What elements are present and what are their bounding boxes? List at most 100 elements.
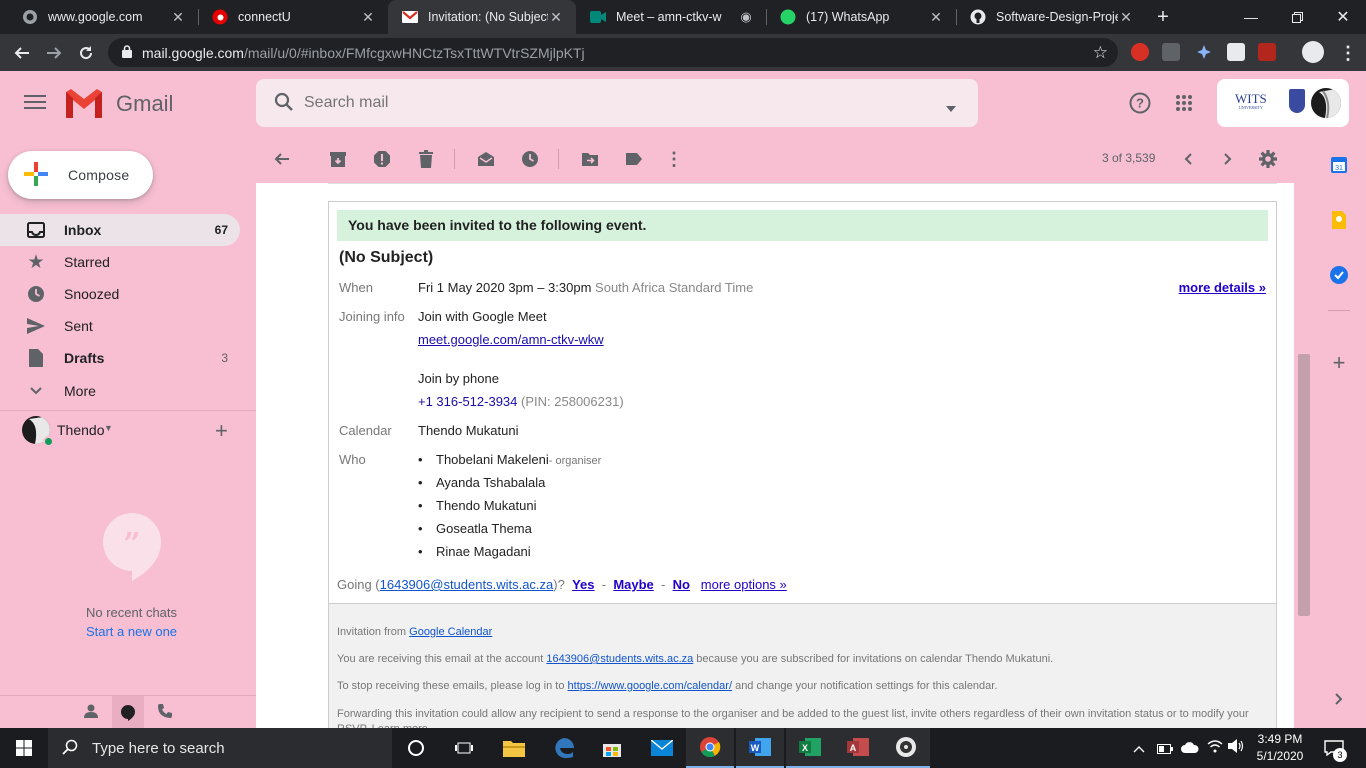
access-icon[interactable]: A [834,728,882,768]
battery-icon[interactable] [1157,741,1173,757]
chrome-taskbar-icon[interactable] [686,728,734,768]
browser-tab[interactable]: Software-Design-Projec ✕ [956,0,1146,34]
close-icon[interactable]: ✕ [1118,9,1134,26]
search-options-icon[interactable] [946,99,956,115]
gmail-logo-icon[interactable] [64,88,104,121]
word-icon[interactable]: W [736,728,784,768]
wifi-icon[interactable] [1207,739,1223,756]
mark-unread-icon[interactable] [474,147,498,171]
close-icon[interactable]: ✕ [360,9,376,26]
new-chat-plus-icon[interactable]: + [215,418,228,444]
close-icon[interactable]: ✕ [170,9,186,26]
reload-icon[interactable] [72,39,100,67]
get-addons-plus-icon[interactable]: + [1329,350,1349,375]
media-player-icon[interactable] [882,728,930,768]
back-to-inbox-icon[interactable] [270,147,294,171]
main-menu-icon[interactable] [22,91,48,117]
rsvp-no-link[interactable]: No [673,577,690,592]
restore-icon[interactable] [1274,0,1320,34]
meet-link[interactable]: meet.google.com/amn-ctkv-wkw [418,332,604,347]
search-bar[interactable] [256,79,978,127]
extension-icon[interactable] [1195,43,1213,61]
excel-icon[interactable]: X [786,728,834,768]
google-calendar-link[interactable]: Google Calendar [409,626,492,638]
edge-icon[interactable] [540,728,588,768]
nav-sent[interactable]: Sent [0,310,240,342]
settings-gear-icon[interactable] [1256,147,1280,171]
pdf-extension-icon[interactable] [1258,43,1276,61]
more-details-link[interactable]: more details » [1179,280,1266,295]
more-options-link[interactable]: more options » [701,577,787,592]
hangouts-tab-icon[interactable] [112,696,144,729]
close-icon[interactable]: ✕ [548,9,564,26]
older-chevron-right-icon[interactable] [1216,147,1240,171]
label-icon[interactable] [622,147,646,171]
browser-tab-active[interactable]: Invitation: (No Subject) ✕ [388,0,576,34]
account-email-link[interactable]: 1643906@students.wits.ac.za [546,653,693,665]
volume-icon[interactable] [1228,739,1246,756]
contacts-icon[interactable] [84,704,98,721]
browser-tab[interactable]: connectU ✕ [198,0,388,34]
windows-start-icon[interactable] [0,728,48,768]
start-new-chat-link[interactable]: Start a new one [0,624,263,639]
new-tab-icon[interactable]: + [1145,0,1181,34]
show-hidden-icons-chevron-icon[interactable] [1133,740,1145,756]
nav-starred[interactable]: ★ Starred [0,246,240,278]
nav-snoozed[interactable]: Snoozed [0,278,240,310]
address-bar[interactable]: mail.google.com/mail/u/0/#inbox/FMfcgxwH… [108,38,1118,67]
scrollbar-thumb[interactable] [1298,354,1310,616]
calendar-url-link[interactable]: https://www.google.com/calendar/ [568,680,732,692]
archive-icon[interactable] [326,147,350,171]
newer-chevron-left-icon[interactable] [1176,147,1200,171]
compose-button[interactable]: Compose [8,151,153,199]
apps-grid-icon[interactable] [1172,91,1196,115]
report-spam-icon[interactable] [370,147,394,171]
delete-icon[interactable] [414,147,438,171]
avatar[interactable] [1311,88,1341,118]
file-explorer-icon[interactable] [490,728,538,768]
audio-playing-icon[interactable]: ◉ [738,9,754,25]
onedrive-cloud-icon[interactable] [1181,740,1199,756]
search-icon[interactable] [274,92,294,115]
window-close-icon[interactable]: ✕ [1320,0,1366,34]
tasks-app-icon[interactable] [1329,265,1349,285]
close-icon[interactable]: ✕ [928,9,944,26]
calendar-app-icon[interactable]: 31 [1329,155,1349,175]
rsvp-yes-link[interactable]: Yes [572,577,594,592]
browser-tab[interactable]: (17) WhatsApp ✕ [766,0,956,34]
taskbar-search[interactable]: Type here to search [48,728,392,768]
chrome-menu-icon[interactable]: ⋮ [1334,39,1362,67]
nav-drafts[interactable]: Drafts 3 [0,342,240,374]
minimize-icon[interactable]: — [1228,0,1274,34]
phone-icon[interactable] [157,703,173,722]
mail-app-icon[interactable] [638,728,686,768]
extension-icon[interactable] [1131,43,1149,61]
move-to-icon[interactable] [578,147,602,171]
more-options-icon[interactable]: ⋮ [662,147,686,171]
status-dropdown-icon[interactable]: ▼ [104,423,113,433]
going-email-link[interactable]: 1643906@students.wits.ac.za [380,577,554,592]
nav-more[interactable]: More [0,375,240,407]
bookmark-star-icon[interactable]: ☆ [1093,43,1108,63]
store-icon[interactable] [588,728,636,768]
nav-inbox[interactable]: Inbox 67 [0,214,240,246]
profile-avatar[interactable] [1302,41,1324,63]
system-clock[interactable]: 3:49 PM 5/1/2020 [1248,731,1312,765]
search-input[interactable] [304,94,904,112]
back-arrow-icon[interactable] [8,39,36,67]
account-switcher[interactable]: WITS UNIVERSITY [1217,79,1349,127]
cortana-icon[interactable] [392,728,440,768]
task-view-icon[interactable] [440,728,488,768]
keep-app-icon[interactable] [1329,210,1349,230]
show-side-panel-chevron-icon[interactable] [1329,689,1349,709]
rsvp-maybe-link[interactable]: Maybe [613,577,653,592]
forward-arrow-icon[interactable] [40,39,68,67]
phone-link[interactable]: +1 316-512-3934 [418,394,517,409]
hangouts-user[interactable]: Thendo [57,422,104,438]
browser-tab[interactable]: www.google.com ✕ [8,0,198,34]
help-icon[interactable]: ? [1128,91,1152,115]
snooze-clock-icon[interactable] [518,147,542,171]
browser-tab[interactable]: Meet – amn-ctkv-w ◉ [576,0,766,34]
extension-icon[interactable] [1162,43,1180,61]
document-extension-icon[interactable] [1227,43,1245,61]
